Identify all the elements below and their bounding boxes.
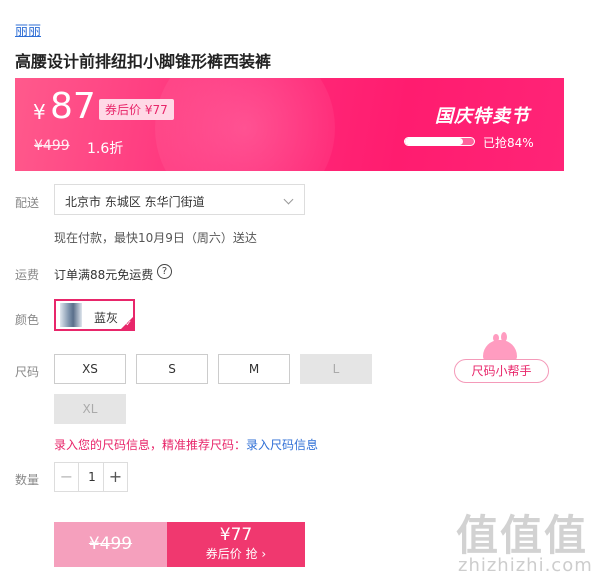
size-option-l: L (300, 354, 372, 384)
banner-glow (155, 78, 335, 171)
sold-progress-bar (404, 137, 475, 146)
size-entry-link[interactable]: 录入尺码信息 (246, 438, 318, 452)
sold-percentage: 已抢84% (483, 136, 534, 150)
currency-symbol: ¥ (33, 100, 46, 124)
size-option-s[interactable]: S (136, 354, 208, 384)
original-price: ¥499 (34, 138, 70, 154)
discount-rate: 1.6折 (87, 141, 124, 157)
help-icon[interactable]: ? (157, 264, 172, 279)
buy-original-price: ¥499 (88, 534, 133, 554)
watermark-url: zhizhizhi.com (458, 555, 593, 576)
brand-link[interactable]: 丽丽 (15, 20, 41, 39)
buy-coupon-label: 券后价 抢 › (205, 547, 267, 561)
address-selector[interactable]: 北京市 东城区 东华门街道 (54, 184, 305, 215)
size-option-m[interactable]: M (218, 354, 290, 384)
shipping-label: 运费 (15, 268, 40, 282)
color-swatch-selected[interactable]: 蓝灰 ✓ (54, 299, 135, 331)
delivery-label: 配送 (15, 196, 40, 210)
shipping-policy: 订单满88元免运费 (54, 268, 154, 282)
color-thumbnail (60, 303, 82, 327)
quantity-label: 数量 (15, 473, 40, 487)
buy-with-coupon-button[interactable]: ¥77 券后价 抢 › (167, 522, 305, 567)
check-icon: ✓ (125, 319, 132, 328)
promo-title: 国庆特卖节 (435, 106, 530, 127)
size-label: 尺码 (15, 365, 40, 379)
quantity-decrease-button[interactable]: − (55, 463, 79, 491)
quantity-stepper: − 1 + (54, 462, 128, 492)
quantity-increase-button[interactable]: + (103, 463, 127, 491)
watermark-logo: 值值值 (456, 511, 589, 560)
size-option-xl: XL (54, 394, 126, 424)
address-value: 北京市 东城区 东华门街道 (65, 195, 205, 209)
product-title: 高腰设计前排纽扣小脚锥形裤西装裤 (15, 52, 272, 71)
buy-original-price-button[interactable]: ¥499 (54, 522, 167, 567)
size-helper-button[interactable]: 尺码小帮手 (454, 359, 549, 383)
buy-coupon-price: ¥77 (219, 525, 253, 545)
size-option-xs[interactable]: XS (54, 354, 126, 384)
coupon-price-badge: 券后价 ¥77 (99, 99, 174, 120)
delivery-estimate: 现在付款，最快10月9日（周六）送达 (54, 231, 257, 245)
color-name: 蓝灰 (94, 311, 119, 325)
chevron-down-icon (283, 194, 294, 205)
current-price: 87 (50, 86, 96, 127)
sold-progress-fill (405, 138, 463, 145)
quantity-input[interactable]: 1 (79, 463, 105, 491)
price-banner: ¥ 87 券后价 ¥77 ¥499 1.6折 国庆特卖节 已抢84% (15, 78, 564, 171)
size-hint: 录入您的尺码信息，精准推荐尺码：录入尺码信息 (54, 436, 318, 453)
color-label: 颜色 (15, 313, 40, 327)
size-hint-text: 录入您的尺码信息，精准推荐尺码： (54, 438, 247, 452)
